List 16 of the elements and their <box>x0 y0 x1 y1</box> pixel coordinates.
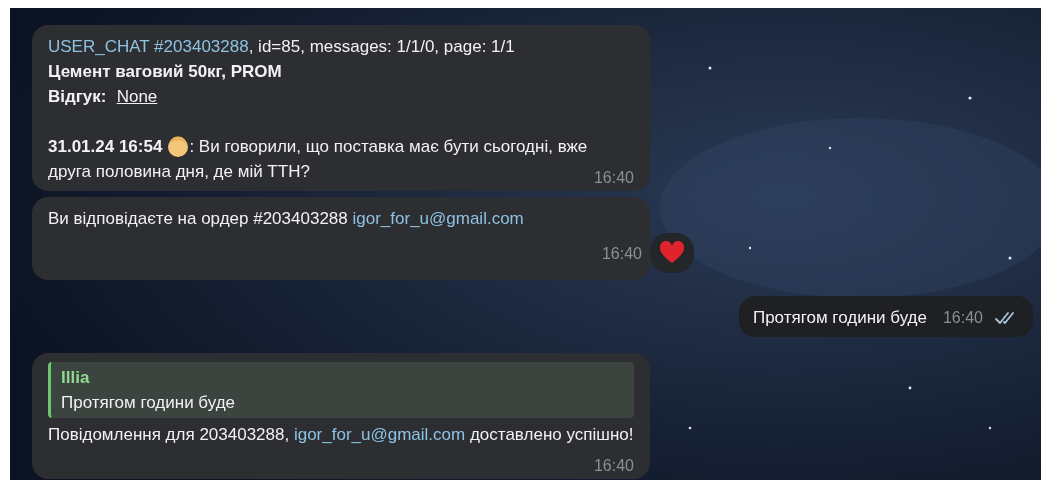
emoji-icon <box>167 135 190 157</box>
link[interactable]: USER_CHAT #203403288 <box>48 37 249 56</box>
link[interactable]: igor_for_u@gmail.com <box>352 209 524 228</box>
message-text: Ви відповідаєте на ордер #203403288 igor_for_u@gmail.com <box>48 208 525 230</box>
reply-text: Протягом години буде <box>61 392 237 414</box>
message-text: USER_CHAT #203403288, id=85, messages: 1/1/0, page: 1/1 <box>48 36 516 58</box>
reply-quote[interactable]: Illia Протягом години буде <box>48 362 634 418</box>
reply-author: Illia <box>61 367 91 389</box>
message-time: 16:40 <box>942 308 983 328</box>
message-time: 16:40 <box>593 456 634 476</box>
message-text: Протягом години буде <box>752 307 927 329</box>
heart-icon <box>659 241 685 265</box>
link[interactable]: igor_for_u@gmail.com <box>293 425 466 444</box>
message-text: Цемент ваговий 50кг, PROM <box>48 61 283 83</box>
message-text: Відгук: None <box>48 86 159 108</box>
message-time: 16:40 <box>601 243 642 264</box>
